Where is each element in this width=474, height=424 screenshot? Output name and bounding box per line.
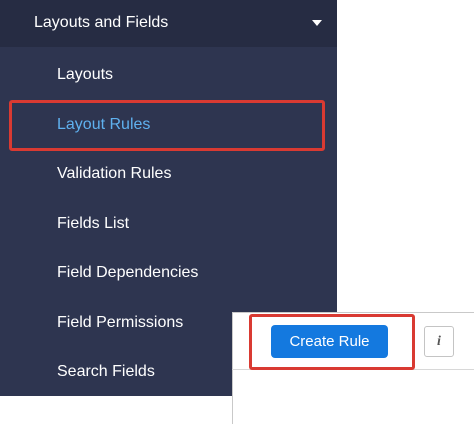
sidebar-item-fields-list[interactable]: Fields List — [0, 200, 337, 248]
sidebar-item-label: Field Permissions — [57, 314, 184, 331]
create-rule-button[interactable]: Create Rule — [271, 325, 388, 358]
sidebar-item-label: Search Fields — [57, 363, 155, 380]
sidebar-item-field-dependencies[interactable]: Field Dependencies — [0, 249, 337, 297]
info-button[interactable]: i — [424, 326, 454, 357]
sidebar-item-label: Layouts — [57, 66, 114, 83]
sidebar-item-label: Fields List — [57, 215, 130, 232]
sidebar-item-layouts[interactable]: Layouts — [0, 51, 337, 99]
info-icon: i — [437, 333, 441, 349]
sidebar-item-label: Field Dependencies — [57, 264, 199, 281]
sidebar-item-label: Validation Rules — [57, 165, 172, 182]
section-title: Layouts and Fields — [34, 14, 169, 31]
sidebar-item-validation-rules[interactable]: Validation Rules — [0, 150, 337, 198]
caret-down-icon[interactable] — [312, 20, 322, 26]
section-header-layouts-and-fields[interactable]: Layouts and Fields — [0, 0, 337, 47]
layout-rules-highlight — [9, 100, 325, 151]
